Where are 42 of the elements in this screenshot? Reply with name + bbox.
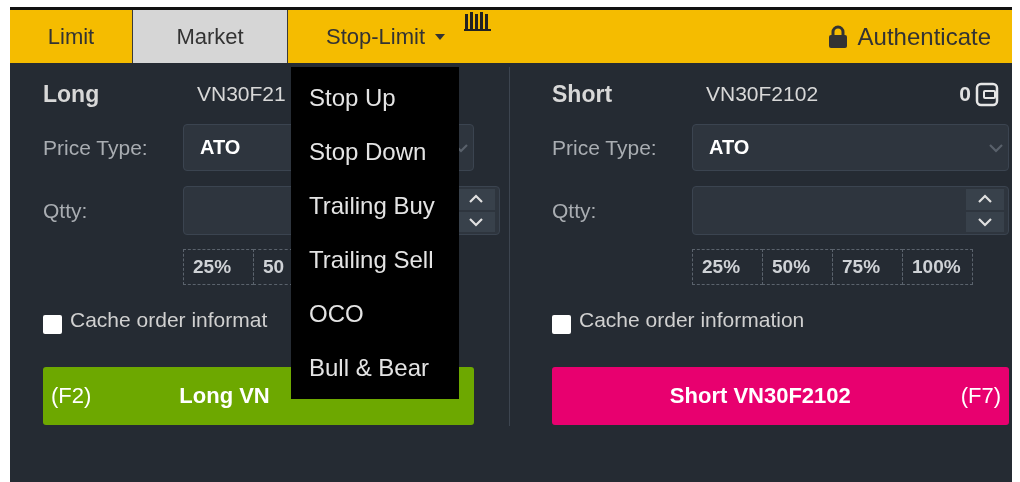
chevron-down-icon — [977, 216, 993, 227]
checkbox-label: Cache order information — [579, 308, 805, 332]
wallet-icon — [975, 81, 999, 107]
chevron-down-icon — [988, 142, 1004, 153]
menu-item[interactable]: Trailing Sell — [291, 233, 459, 287]
lock-icon — [827, 24, 848, 49]
percent-button[interactable]: 50 — [253, 249, 293, 285]
order-button[interactable]: Short VN30F2102 (F7) — [552, 367, 1009, 425]
bars-icon — [463, 10, 494, 32]
checkbox-label: Cache order informat — [70, 308, 268, 332]
decrement-button[interactable] — [457, 211, 495, 232]
chevron-up-icon — [468, 194, 484, 205]
percent-button[interactable]: 75% — [832, 249, 903, 285]
checkbox[interactable] — [43, 314, 62, 334]
decrement-button[interactable] — [966, 211, 1004, 232]
menu-item[interactable]: OCO — [291, 287, 459, 341]
percent-button[interactable]: 25% — [692, 249, 763, 285]
field-label: Qtty: — [43, 198, 89, 223]
tab[interactable]: Market — [133, 10, 288, 63]
quantity-field[interactable] — [692, 186, 1009, 235]
caret-icon — [435, 33, 446, 40]
chevron-up-icon — [977, 194, 993, 205]
field-label: Price Type: — [552, 135, 658, 160]
field-label: Qtty: — [552, 198, 598, 223]
menu-item[interactable]: Trailing Buy — [291, 179, 459, 233]
symbol-text: VN30F2102 — [706, 82, 819, 106]
percent-button[interactable]: 25% — [183, 249, 254, 285]
side-title: Short — [552, 80, 614, 108]
checkbox[interactable] — [552, 314, 571, 334]
field-label: Price Type: — [43, 135, 149, 160]
increment-button[interactable] — [457, 189, 495, 210]
menu-item[interactable]: Stop Up — [291, 71, 459, 125]
price-type-select[interactable]: ATO — [692, 124, 1009, 171]
percent-button[interactable]: 100% — [902, 249, 973, 285]
chevron-down-icon — [468, 216, 484, 227]
percent-button[interactable]: 50% — [762, 249, 833, 285]
authenticate-button[interactable]: Authenticate — [827, 10, 1012, 63]
balance-text: 0 — [959, 82, 971, 106]
increment-button[interactable] — [966, 189, 1004, 210]
menu-item[interactable]: Stop Down — [291, 125, 459, 179]
symbol-text: VN30F21 — [197, 82, 286, 106]
side-title: Long — [43, 80, 101, 108]
